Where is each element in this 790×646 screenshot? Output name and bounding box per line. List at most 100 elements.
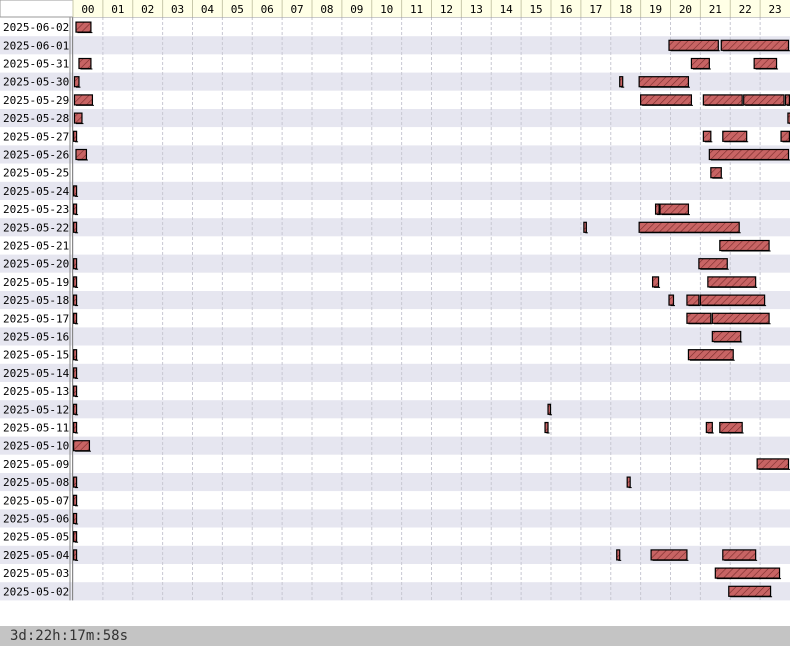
session-bar (72, 494, 78, 506)
date-label: 2025-05-08 (3, 476, 69, 489)
row-stripe (0, 509, 790, 528)
session-bar (711, 312, 770, 324)
session-bar (687, 349, 734, 361)
session-bar (702, 94, 743, 106)
hour-label: 15 (529, 3, 542, 16)
row-stripe (0, 272, 790, 291)
session-bar (690, 57, 710, 70)
date-label: 2025-05-04 (3, 549, 70, 562)
date-label: 2025-05-14 (3, 367, 70, 380)
session-bar (719, 421, 743, 434)
session-bar (651, 276, 660, 288)
session-bar (626, 476, 631, 488)
row-stripe (0, 181, 790, 200)
row-stripe (0, 127, 790, 146)
session-bar (547, 403, 552, 415)
session-bar (72, 403, 78, 415)
date-label: 2025-05-23 (3, 203, 69, 216)
session-bar (72, 276, 78, 288)
session-bar (707, 276, 757, 288)
session-bar (72, 440, 91, 452)
date-label: 2025-05-20 (3, 258, 69, 271)
date-label: 2025-05-11 (3, 422, 69, 435)
date-label: 2025-05-09 (3, 458, 69, 471)
session-bar (708, 148, 790, 161)
row-stripe (0, 564, 790, 583)
row-stripe (0, 236, 790, 255)
date-label: 2025-05-06 (3, 513, 69, 526)
session-bar (702, 130, 712, 142)
hour-label: 12 (440, 3, 453, 16)
session-bar (72, 531, 78, 543)
hour-label: 19 (649, 3, 662, 16)
hour-label: 20 (679, 3, 692, 16)
session-bar (72, 549, 78, 561)
date-label: 2025-05-18 (3, 294, 69, 307)
session-bar (72, 294, 78, 306)
session-bar (728, 585, 772, 597)
hour-label: 21 (709, 3, 722, 16)
date-label: 2025-05-03 (3, 567, 69, 580)
date-label: 2025-05-30 (3, 76, 69, 89)
session-bar (659, 203, 690, 215)
session-bar (711, 330, 742, 343)
row-stripe (0, 345, 790, 364)
date-label: 2025-05-02 (3, 585, 69, 598)
row-stripe (0, 582, 790, 601)
row-stripe (0, 454, 790, 473)
session-bar (722, 130, 748, 142)
hour-label: 10 (380, 3, 393, 16)
session-bar (668, 39, 719, 51)
session-bar (722, 549, 757, 561)
session-bar (78, 57, 92, 70)
hour-label: 09 (350, 3, 363, 16)
total-duration: 3d:22h:17m:58s (0, 626, 790, 646)
session-bar (638, 76, 690, 88)
session-bar (72, 258, 78, 270)
session-bar (640, 94, 693, 106)
row-stripe (0, 527, 790, 546)
date-label: 2025-05-07 (3, 494, 69, 507)
date-label: 2025-05-21 (3, 240, 69, 253)
date-label: 2025-05-27 (3, 130, 69, 143)
session-bar (619, 76, 624, 88)
hour-label: 13 (470, 3, 483, 16)
hour-label: 07 (290, 3, 303, 16)
session-bar (73, 76, 80, 88)
session-bar (73, 112, 83, 124)
session-bar (756, 458, 790, 470)
row-stripe (0, 382, 790, 401)
session-bar (743, 94, 785, 106)
session-bar (714, 567, 781, 579)
date-label: 2025-05-29 (3, 94, 69, 107)
date-label: 2025-05-28 (3, 112, 69, 125)
session-bar (72, 130, 78, 142)
session-bar (668, 294, 675, 306)
hour-label: 00 (81, 3, 94, 16)
row-stripe (0, 327, 790, 346)
hour-label: 23 (768, 3, 781, 16)
session-bar (638, 221, 740, 233)
session-bar (72, 312, 78, 324)
session-bar (710, 167, 722, 179)
date-label: 2025-05-12 (3, 403, 69, 416)
date-label: 2025-05-31 (3, 58, 69, 71)
date-label: 2025-05-22 (3, 221, 69, 234)
session-bar (72, 476, 78, 488)
hour-label: 18 (619, 3, 632, 16)
row-stripe (0, 436, 790, 455)
date-label: 2025-05-25 (3, 167, 69, 180)
session-bar (75, 148, 88, 161)
date-label: 2025-05-05 (3, 531, 69, 544)
session-bar (650, 549, 688, 561)
session-bar (73, 94, 94, 106)
row-stripe (0, 418, 790, 437)
date-label: 2025-05-15 (3, 349, 69, 362)
hour-label: 08 (320, 3, 333, 16)
row-stripe (0, 400, 790, 419)
hour-label: 11 (410, 3, 423, 16)
row-stripe (0, 18, 790, 37)
row-stripe (0, 54, 790, 73)
session-bar (784, 94, 790, 106)
session-bar (583, 221, 587, 233)
